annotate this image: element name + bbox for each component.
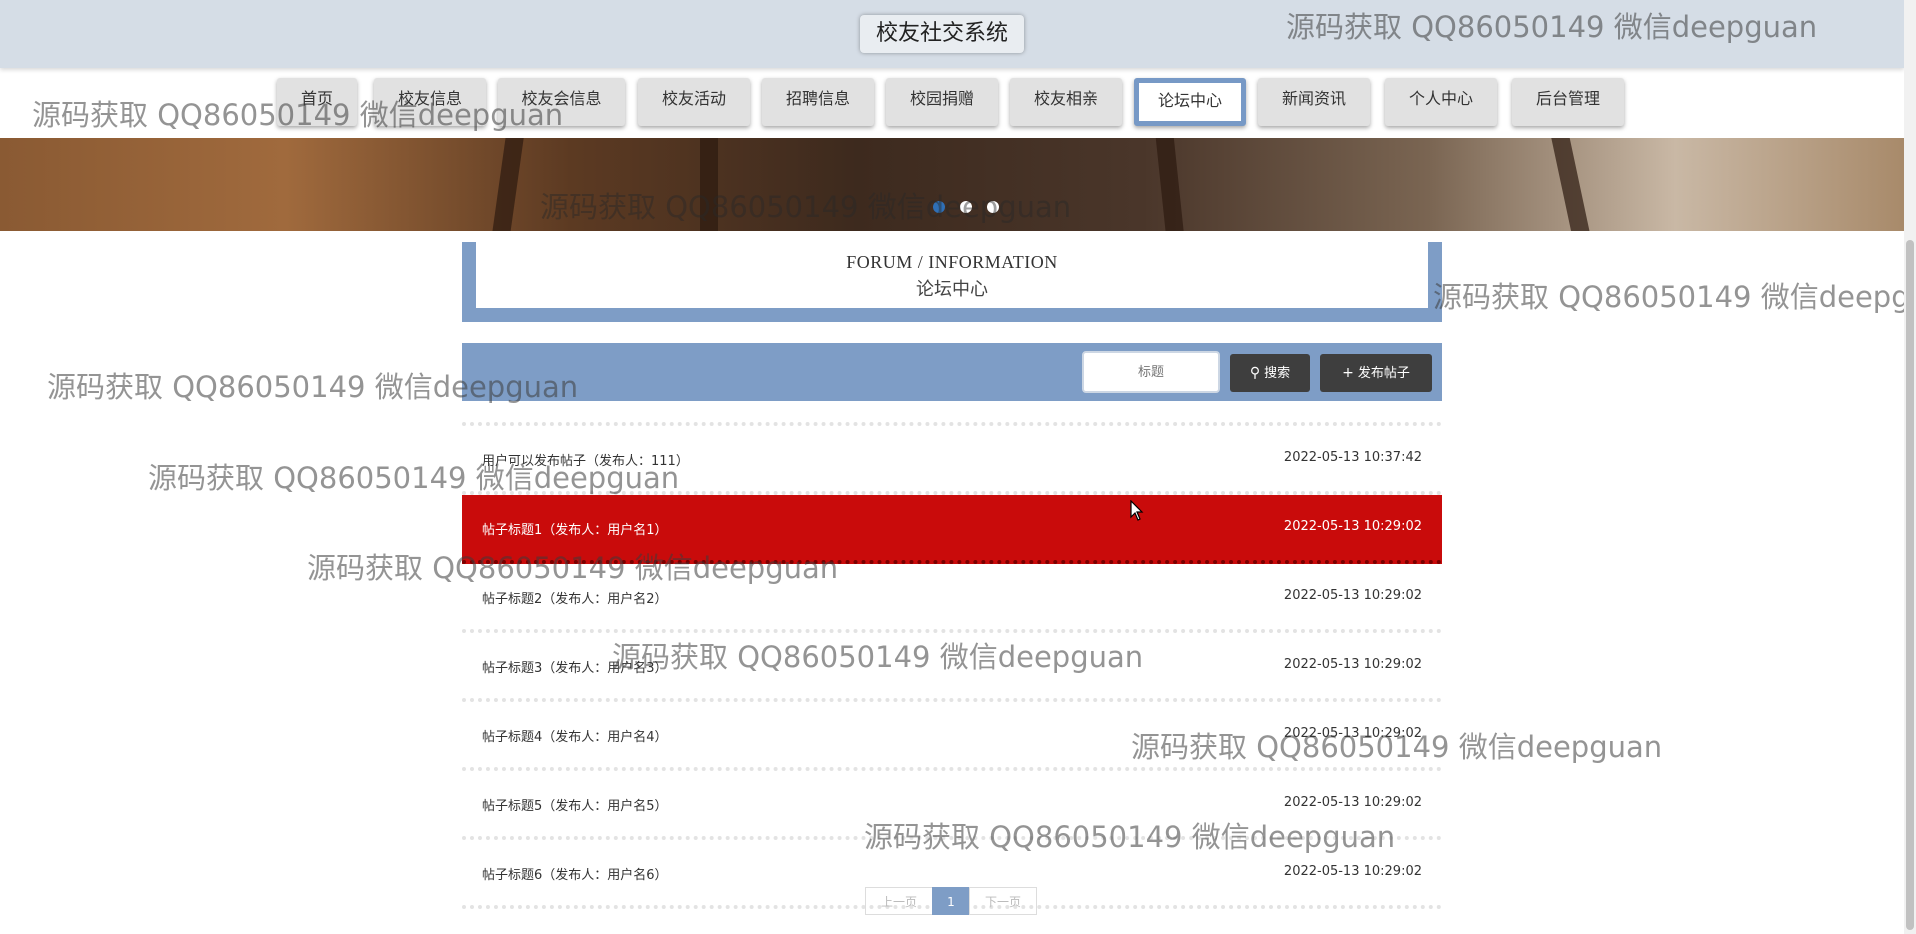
section-title-en: FORUM / INFORMATION <box>846 252 1058 272</box>
post-row[interactable]: 用户可以发布帖子（发布人：111） 2022-05-13 10:37:42 <box>462 422 1442 495</box>
carousel-dot-3[interactable] <box>987 201 1000 213</box>
publish-post-label: 发布帖子 <box>1357 366 1410 381</box>
carousel-dot-1[interactable] <box>933 201 945 213</box>
post-title[interactable]: 帖子标题5（发布人：用户名5） <box>482 795 668 814</box>
post-date: 2022-05-13 10:37:42 <box>1283 450 1422 465</box>
carousel-dots <box>928 198 1004 217</box>
post-title[interactable]: 帖子标题2（发布人：用户名2） <box>482 588 668 607</box>
site-header: 校友社交系统 <box>0 0 1904 68</box>
post-row[interactable]: 帖子标题1（发布人：用户名1） 2022-05-13 10:29:02 <box>462 495 1442 564</box>
banner-carousel <box>0 138 1904 231</box>
publish-post-button[interactable]: + 发布帖子 <box>1320 354 1432 392</box>
post-title[interactable]: 帖子标题3（发布人：用户名3） <box>482 657 668 676</box>
nav-item-donations[interactable]: 校园捐赠 <box>886 78 998 126</box>
post-row[interactable]: 帖子标题4（发布人：用户名4） 2022-05-13 10:29:02 <box>462 702 1442 771</box>
nav-item-jobs[interactable]: 招聘信息 <box>762 78 874 126</box>
search-input[interactable] <box>1082 351 1220 393</box>
section-title-box: FORUM / INFORMATION 论坛中心 <box>476 242 1428 308</box>
mouse-cursor-icon <box>1130 500 1144 521</box>
carousel-dot-2[interactable] <box>960 201 973 213</box>
watermark: 源码获取 QQ86050149 微信deepguan <box>1433 280 1916 314</box>
search-bar: ⚲搜索 +发布帖子 <box>462 343 1442 401</box>
post-date: 2022-05-13 10:29:02 <box>1283 588 1422 603</box>
nav-item-alumni-association[interactable]: 校友会信息 <box>498 78 625 126</box>
post-date: 2022-05-13 10:29:02 <box>1283 726 1422 741</box>
search-button-label: 搜索 <box>1264 366 1291 381</box>
banner-decor <box>1153 138 1185 231</box>
nav-item-alumni-info[interactable]: 校友信息 <box>374 78 486 126</box>
post-title[interactable]: 用户可以发布帖子（发布人：111） <box>482 450 689 469</box>
prev-page-button[interactable]: 上一页 <box>865 887 933 915</box>
pagination: 上一页 1 下一页 <box>865 887 1037 915</box>
nav-item-home[interactable]: 首页 <box>277 78 357 126</box>
post-date: 2022-05-13 10:29:02 <box>1283 795 1422 810</box>
site-title: 校友社交系统 <box>860 15 1024 53</box>
post-date: 2022-05-13 10:29:02 <box>1283 864 1422 879</box>
search-icon: ⚲ <box>1249 365 1261 381</box>
section-title-cn: 论坛中心 <box>916 279 988 300</box>
plus-icon: + <box>1342 365 1354 381</box>
nav-item-alumni-activities[interactable]: 校友活动 <box>638 78 750 126</box>
next-page-button[interactable]: 下一页 <box>969 887 1037 915</box>
main-nav: 首页 校友信息 校友会信息 校友活动 招聘信息 校园捐赠 校友相亲 论坛中心 新… <box>0 78 1904 128</box>
nav-item-forum[interactable]: 论坛中心 <box>1134 78 1246 126</box>
scrollbar-thumb[interactable] <box>1906 240 1914 930</box>
post-row[interactable]: 帖子标题5（发布人：用户名5） 2022-05-13 10:29:02 <box>462 771 1442 840</box>
search-button[interactable]: ⚲ 搜索 <box>1230 354 1310 392</box>
nav-item-news[interactable]: 新闻资讯 <box>1258 78 1370 126</box>
nav-item-alumni-dating[interactable]: 校友相亲 <box>1010 78 1122 126</box>
banner-decor <box>491 138 527 231</box>
post-title[interactable]: 帖子标题1（发布人：用户名1） <box>482 519 668 538</box>
page-1-button[interactable]: 1 <box>932 887 970 915</box>
post-title[interactable]: 帖子标题4（发布人：用户名4） <box>482 726 668 745</box>
post-title[interactable]: 帖子标题6（发布人：用户名6） <box>482 864 668 883</box>
section-header: FORUM / INFORMATION 论坛中心 <box>462 242 1442 322</box>
banner-decor <box>1547 138 1591 231</box>
nav-item-admin[interactable]: 后台管理 <box>1512 78 1624 126</box>
post-list: 用户可以发布帖子（发布人：111） 2022-05-13 10:37:42 帖子… <box>462 422 1442 909</box>
post-row[interactable]: 帖子标题3（发布人：用户名3） 2022-05-13 10:29:02 <box>462 633 1442 702</box>
post-date: 2022-05-13 10:29:02 <box>1283 657 1422 672</box>
post-date: 2022-05-13 10:29:02 <box>1283 519 1422 534</box>
banner-decor <box>700 138 718 231</box>
nav-item-personal-center[interactable]: 个人中心 <box>1385 78 1497 126</box>
post-row[interactable]: 帖子标题2（发布人：用户名2） 2022-05-13 10:29:02 <box>462 564 1442 633</box>
